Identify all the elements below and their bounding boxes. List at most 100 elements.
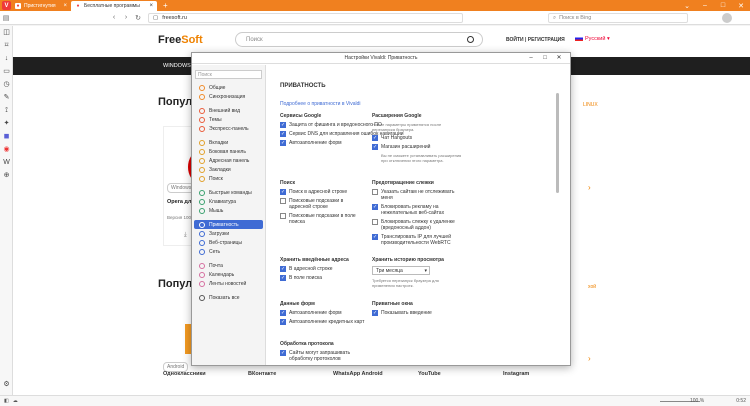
sidebar-item[interactable]: Темы	[194, 115, 263, 124]
login-link[interactable]: ВОЙТИ | РЕГИСТРАЦИЯ	[506, 37, 565, 43]
sync-icon[interactable]: ☁	[13, 398, 18, 404]
sidebar-item[interactable]: Внешний вид	[194, 106, 263, 115]
close-tab-icon[interactable]: ×	[149, 3, 153, 9]
sidebar-item[interactable]: Экспресс-панель	[194, 124, 263, 133]
privacy-link[interactable]: Подробнее о приватности в Vivaldi	[280, 101, 361, 107]
sidebar-item[interactable]: Сеть	[194, 247, 263, 256]
carousel-next-icon[interactable]: ›	[588, 183, 591, 192]
checkbox[interactable]: ✓	[372, 234, 378, 240]
checkbox-row[interactable]: ✓ Блокировать рекламу на нежелательных ве…	[372, 204, 462, 216]
checkbox-row[interactable]: Указать сайтам не отслеживать меня	[372, 189, 462, 201]
maximize-icon[interactable]: □	[714, 2, 732, 10]
language-selector[interactable]: Русский ▾	[575, 36, 610, 42]
search-icon[interactable]	[467, 36, 474, 43]
checkbox-row[interactable]: Поисковые подсказки в адресной строке	[280, 198, 365, 210]
checkbox-row[interactable]: ✓ Автозаполнение форм	[280, 310, 365, 316]
sidebar-item[interactable]: Вкладки	[194, 138, 263, 147]
sidebar-item[interactable]: Адресная панель	[194, 156, 263, 165]
checkbox[interactable]: ✓	[372, 144, 378, 150]
history-icon[interactable]: ◷	[0, 78, 13, 91]
close-window-icon[interactable]: ✕	[732, 2, 750, 10]
sidebar-item[interactable]: Общие	[194, 83, 263, 92]
mastodon-icon[interactable]: ◼	[0, 130, 13, 143]
panel-toggle-icon[interactable]: ◧	[4, 398, 9, 404]
sidebar-item[interactable]: Закладки	[194, 165, 263, 174]
checkbox-row[interactable]: ✓ Автозаполнение кредитных карт	[280, 319, 365, 325]
checkbox[interactable]	[372, 219, 378, 225]
wiki-icon[interactable]: W	[0, 156, 13, 169]
checkbox[interactable]: ✓	[280, 140, 286, 146]
sidebar-item[interactable]: Загрузки	[194, 229, 263, 238]
tab-menu-icon[interactable]: ⌄	[678, 2, 696, 10]
download-icon[interactable]: ⤓	[184, 232, 187, 239]
checkbox-row[interactable]: ✓ В поле поиска	[280, 275, 365, 281]
url-field[interactable]: ▢ freesoft.ru	[148, 13, 463, 23]
back-icon[interactable]: ‹	[108, 14, 120, 21]
checkbox-row[interactable]: ✓ Чат Hangouts	[372, 135, 462, 141]
checkbox[interactable]: ✓	[280, 350, 286, 356]
settings-icon[interactable]: ⚙	[0, 378, 13, 391]
sidebar-item[interactable]: Календарь	[194, 270, 263, 279]
add-panel-icon[interactable]: ⊕	[0, 169, 13, 182]
vivaldi-logo[interactable]: V	[2, 1, 11, 10]
checkbox-row[interactable]: ✓ В адресной строке	[280, 266, 365, 272]
app-name[interactable]: ВКонтакте	[248, 371, 276, 377]
sidebar-item[interactable]: Синхронизация	[194, 92, 263, 101]
nav-windows[interactable]: WINDOWS	[163, 63, 191, 69]
sidebar-item[interactable]: Боковая панель	[194, 147, 263, 156]
checkbox[interactable]: ✓	[372, 135, 378, 141]
bookmark-icon[interactable]: ⌑	[0, 39, 13, 52]
checkbox[interactable]: ✓	[280, 310, 286, 316]
checkbox-row[interactable]: Поисковые подсказки в поле поиска	[280, 213, 365, 225]
checkbox-row[interactable]: ✓ Показывать введение	[372, 310, 462, 316]
notes-icon[interactable]: ▭	[0, 65, 13, 78]
history-select[interactable]: Три месяца	[372, 266, 430, 275]
edit-icon[interactable]: ✎	[0, 91, 13, 104]
reload-icon[interactable]: ↻	[132, 14, 144, 22]
sidebar-item[interactable]: Приватность	[194, 220, 263, 229]
sidebar-item[interactable]: Мышь	[194, 206, 263, 215]
site-search-input[interactable]: Поиск	[235, 32, 483, 47]
sidebar-item[interactable]: Веб-страницы	[194, 238, 263, 247]
app-name[interactable]: YouTube	[418, 371, 441, 377]
checkbox-row[interactable]: Блокировать слежку к удаленке (вредоносн…	[372, 219, 462, 231]
checkbox[interactable]: ✓	[280, 275, 286, 281]
translate-icon[interactable]: ✦	[0, 117, 13, 130]
sidebar-item[interactable]: Почта	[194, 261, 263, 270]
sidebar-item[interactable]: Быстрые команды	[194, 188, 263, 197]
carousel-next-icon[interactable]: ›	[588, 354, 591, 363]
new-tab-icon[interactable]: +	[163, 1, 168, 10]
zoom-level[interactable]: 100 %	[690, 398, 704, 404]
sidebar-item[interactable]: Показать все	[194, 293, 263, 302]
checkbox-row[interactable]: ✓ Поиск в адресной строке	[280, 189, 365, 195]
vivaldi-icon[interactable]: ◉	[0, 143, 13, 156]
panel-toggle-icon[interactable]: ▤	[0, 14, 12, 22]
minimize-icon[interactable]: –	[696, 2, 714, 10]
close-tab-icon[interactable]: ×	[63, 3, 67, 9]
checkbox-row[interactable]: ✓ Сайты могут запрашивать обработку прото…	[280, 350, 365, 362]
rss-icon[interactable]: ⟟	[0, 104, 13, 117]
sidebar-item[interactable]: Ленты новостей	[194, 279, 263, 288]
site-logo[interactable]: FreeSoft	[158, 34, 203, 46]
search-field[interactable]: ⌕ Поиск в Bing	[548, 13, 688, 23]
checkbox[interactable]: ✓	[372, 204, 378, 210]
app-card[interactable]: Windows Opera для Wi Версия 100 ⤓	[163, 126, 208, 246]
forward-icon[interactable]: ›	[120, 14, 132, 21]
checkbox[interactable]	[280, 198, 286, 204]
maximize-icon[interactable]: □	[538, 53, 552, 64]
minimize-icon[interactable]: –	[524, 53, 538, 64]
checkbox[interactable]: ✓	[280, 131, 286, 137]
checkbox[interactable]: ✓	[372, 310, 378, 316]
sidebar-item[interactable]: Поиск	[194, 174, 263, 183]
section-more[interactable]: LINUX	[583, 102, 598, 108]
close-icon[interactable]: ✕	[552, 53, 566, 64]
profile-avatar[interactable]	[722, 13, 732, 23]
app-name[interactable]: Instagram	[503, 371, 529, 377]
checkbox[interactable]: ✓	[280, 122, 286, 128]
bookmarks-icon[interactable]: ◫	[0, 26, 13, 39]
tab-1[interactable]: ● Пристигнутия ×	[11, 1, 71, 11]
settings-search-input[interactable]: Поиск	[195, 70, 262, 79]
section-more-2[interactable]: хой	[588, 284, 596, 290]
checkbox-row[interactable]: ✓ Транслировать IP для лучшей производите…	[372, 234, 462, 246]
downloads-icon[interactable]: ↓	[0, 52, 13, 65]
